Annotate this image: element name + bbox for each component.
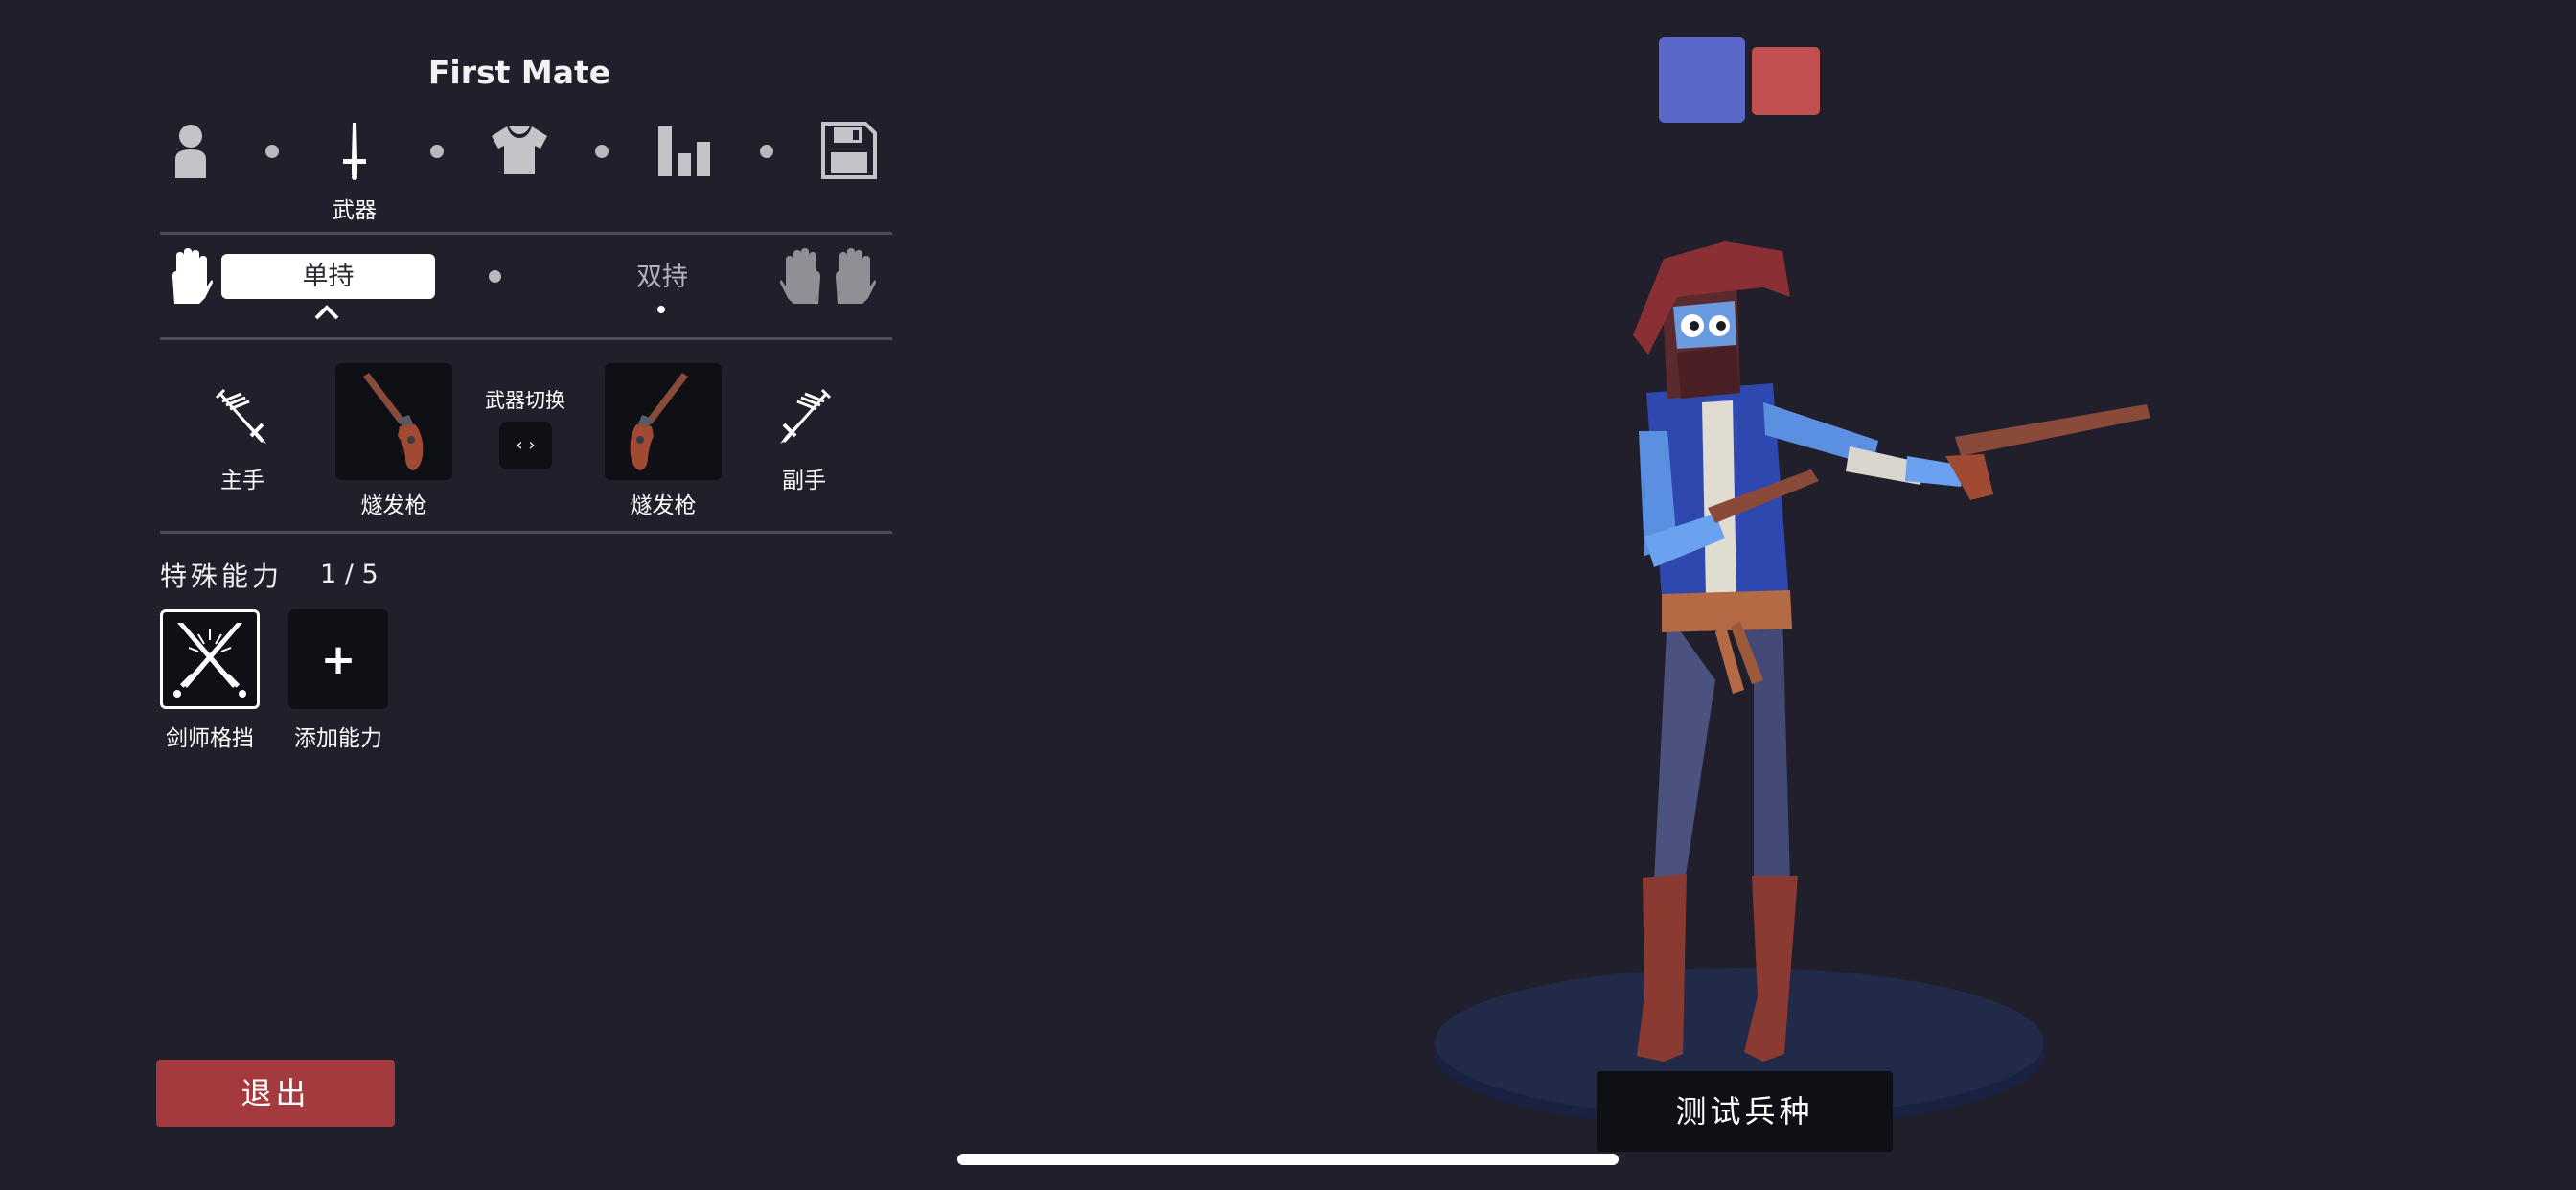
flintlock-pistol-icon <box>363 373 424 470</box>
grip-separator-dot <box>489 270 501 283</box>
dual-grip-button[interactable]: 双持 <box>585 259 740 297</box>
weapon-slot-off[interactable] <box>605 363 722 480</box>
main-hand-label: 主手 <box>220 469 264 493</box>
single-hand-icon[interactable] <box>167 248 213 306</box>
nav-save-tab[interactable] <box>821 122 877 179</box>
test-unit-button[interactable]: 测试兵种 <box>1597 1071 1893 1152</box>
off-hand-icon[interactable] <box>774 388 834 451</box>
save-icon <box>821 122 877 179</box>
nav-person-tab[interactable] <box>171 123 211 178</box>
person-icon <box>175 125 206 178</box>
dual-grip-indicator-dot <box>657 306 665 313</box>
nav-weapon-label: 武器 <box>333 198 377 223</box>
nav-stats-tab[interactable] <box>656 125 712 176</box>
abilities-title: 特殊能力 <box>160 561 284 592</box>
exit-button[interactable]: 退出 <box>156 1060 395 1127</box>
main-hand-icon[interactable] <box>213 388 272 451</box>
team-color-blue[interactable] <box>1659 37 1745 123</box>
divider <box>160 337 892 340</box>
weapon-slot-main-label: 燧发枪 <box>360 493 427 518</box>
unit-name-title: First Mate <box>427 54 611 91</box>
nav-weapon-tab[interactable]: 武器 <box>330 121 380 223</box>
team-color-red[interactable] <box>1752 47 1820 115</box>
nav-separator-dot <box>430 145 444 158</box>
single-grip-button[interactable]: 单持 <box>221 254 435 299</box>
stats-icon <box>658 126 710 176</box>
nav-separator-dot <box>595 145 609 158</box>
add-ability-label: 添加能力 <box>294 726 382 751</box>
crossed-swords-icon <box>173 623 246 698</box>
abilities-count: 1 / 5 <box>320 560 379 589</box>
divider <box>160 531 892 534</box>
weapon-slot-main[interactable] <box>335 363 452 480</box>
nav-separator-dot <box>760 145 773 158</box>
off-hand-label: 副手 <box>782 469 826 493</box>
nav-clothing-tab[interactable] <box>490 125 549 176</box>
sword-icon <box>343 123 366 180</box>
home-indicator-bar[interactable] <box>957 1154 1619 1165</box>
plus-icon: + <box>320 634 356 684</box>
dual-hands-icon[interactable] <box>780 248 876 306</box>
ability-slot-swordmaster-parry[interactable] <box>160 609 260 709</box>
nav-separator-dot <box>265 145 279 158</box>
weapon-swap-button[interactable]: ‹ › <box>499 422 552 469</box>
chevron-up-icon <box>314 305 339 320</box>
unit-preview <box>1428 230 2156 1150</box>
flintlock-pistol-icon <box>630 373 688 470</box>
add-ability-button[interactable]: + <box>288 609 388 709</box>
weapon-slot-off-label: 燧发枪 <box>630 493 697 518</box>
ability-swordmaster-parry-label: 剑师格挡 <box>166 726 254 751</box>
shirt-icon <box>492 126 547 174</box>
divider <box>160 232 892 235</box>
weapon-swap-label: 武器切换 <box>485 389 565 412</box>
